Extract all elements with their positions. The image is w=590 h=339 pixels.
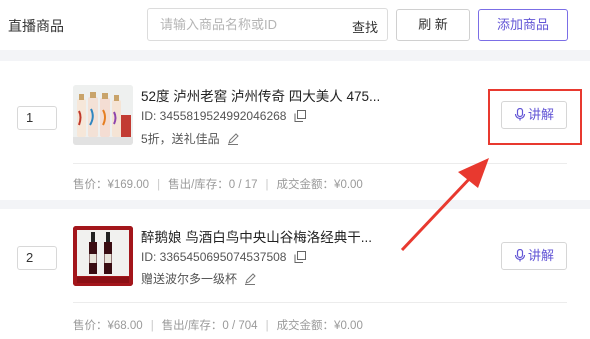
explain-button[interactable]: 讲解 xyxy=(501,101,567,129)
product-id-row: ID: 3365450695074537508 xyxy=(141,250,306,266)
refresh-button[interactable]: 刷 新 xyxy=(396,9,470,41)
product-price: 售价：¥169.00 xyxy=(73,179,150,191)
divider xyxy=(73,302,567,303)
product-gmv: 成交金额：¥0.00 xyxy=(276,179,363,191)
product-stats: 售价：¥169.00 | 售出/库存：0 / 17 | 成交金额：¥0.00 xyxy=(73,179,363,191)
microphone-icon xyxy=(514,107,526,121)
explain-button[interactable]: 讲解 xyxy=(501,242,567,270)
product-card: 1 52度 泸州老窖 泸州传奇 四大美人 475... ID: 34558195… xyxy=(0,61,590,200)
sort-index-input[interactable]: 2 xyxy=(17,246,57,270)
explain-label: 讲解 xyxy=(527,107,554,122)
edit-icon[interactable] xyxy=(244,273,257,288)
product-id: ID: 3455819524992046268 xyxy=(141,109,287,123)
product-selling-point: 赠送波尔多一级杯 xyxy=(141,272,238,286)
header-bar: 直播商品 查找 刷 新 添加商品 xyxy=(0,0,590,50)
product-sold-stock: 售出/库存：0 / 17 xyxy=(168,179,258,191)
product-tag-row: 赠送波尔多一级杯 xyxy=(141,270,257,288)
product-title[interactable]: 52度 泸州老窖 泸州传奇 四大美人 475... xyxy=(141,85,411,105)
page-title: 直播商品 xyxy=(8,18,64,34)
search-button[interactable]: 查找 xyxy=(352,17,378,36)
search-input[interactable] xyxy=(160,9,340,40)
product-stats: 售价：¥68.00 | 售出/库存：0 / 704 | 成交金额：¥0.00 xyxy=(73,320,363,332)
product-id: ID: 3365450695074537508 xyxy=(141,250,287,264)
copy-icon[interactable] xyxy=(294,110,306,125)
product-title[interactable]: 醉鹅娘 鸟酒白鸟中央山谷梅洛经典干... xyxy=(141,226,411,246)
add-product-button[interactable]: 添加商品 xyxy=(478,9,568,41)
product-sold-stock: 售出/库存：0 / 704 xyxy=(161,320,258,332)
search-box: 查找 xyxy=(147,8,388,41)
copy-icon[interactable] xyxy=(294,251,306,266)
divider xyxy=(73,163,567,164)
product-card: 2 醉鹅娘 鸟酒白鸟中央山谷梅洛经典干... ID: 3365450695074… xyxy=(0,209,590,339)
product-thumbnail[interactable] xyxy=(73,85,133,145)
product-thumbnail[interactable] xyxy=(73,226,133,286)
product-price: 售价：¥68.00 xyxy=(73,320,143,332)
microphone-icon xyxy=(514,248,526,262)
explain-label: 讲解 xyxy=(527,248,554,263)
product-gmv: 成交金额：¥0.00 xyxy=(276,320,363,332)
product-id-row: ID: 3455819524992046268 xyxy=(141,109,306,125)
section-gap xyxy=(0,50,590,61)
product-tag-row: 5折，送礼佳品 xyxy=(141,130,239,148)
product-selling-point: 5折，送礼佳品 xyxy=(141,132,220,146)
edit-icon[interactable] xyxy=(227,133,239,148)
section-gap xyxy=(0,200,590,209)
sort-index-input[interactable]: 1 xyxy=(17,106,57,130)
